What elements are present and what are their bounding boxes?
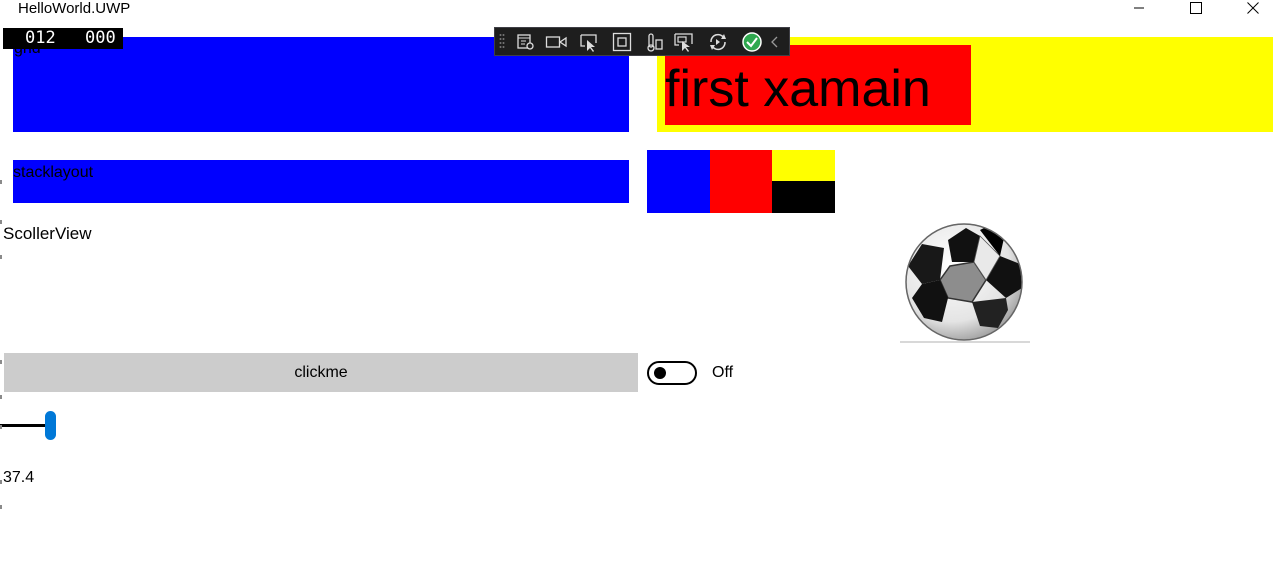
frame-counter-value-right: 000 xyxy=(85,28,116,48)
minimize-icon xyxy=(1134,7,1144,9)
left-edge-marks xyxy=(0,180,2,509)
window-title: HelloWorld.UWP xyxy=(18,0,131,17)
collapse-chevron-icon[interactable] xyxy=(767,32,783,52)
toggle-knob xyxy=(654,367,666,379)
red-square xyxy=(710,150,772,213)
title-bar: HelloWorld.UWP xyxy=(0,0,1284,30)
live-visual-tree-icon[interactable] xyxy=(515,32,537,52)
slider-value-label: 37.4 xyxy=(3,469,35,486)
scrollerview-label: ScollerView xyxy=(3,224,92,243)
first-xamain-label: first xamain xyxy=(665,60,931,118)
maximize-button[interactable] xyxy=(1173,0,1219,16)
toggle-switch[interactable] xyxy=(647,361,697,385)
maximize-icon xyxy=(1190,2,1202,14)
clickme-button[interactable]: clickme xyxy=(4,353,638,392)
yellow-rectangle xyxy=(772,150,835,181)
slider-thumb[interactable] xyxy=(45,411,56,440)
stacklayout-blue-box xyxy=(13,160,629,203)
slider-track[interactable] xyxy=(0,424,48,427)
record-icon[interactable] xyxy=(545,32,567,52)
preview-selection-icon[interactable] xyxy=(673,32,695,52)
frame-counter-value-left: 012 xyxy=(25,28,56,48)
close-icon xyxy=(1247,2,1259,14)
blue-square xyxy=(647,150,710,213)
xaml-debug-toolbar xyxy=(494,27,790,56)
frame-rate-counter: 012 000 xyxy=(3,28,123,49)
hot-reload-icon[interactable] xyxy=(707,32,729,52)
status-ok-icon[interactable] xyxy=(741,32,763,52)
display-layout-adorners-icon[interactable] xyxy=(611,32,633,52)
stacklayout-label: stacklayout xyxy=(13,164,94,181)
track-focus-icon[interactable] xyxy=(643,32,665,52)
close-button[interactable] xyxy=(1230,0,1276,16)
toggle-state-label: Off xyxy=(712,364,734,381)
grip-icon[interactable] xyxy=(499,33,505,51)
soccer-ball-image xyxy=(900,223,1030,343)
select-element-icon[interactable] xyxy=(579,32,601,52)
black-rectangle xyxy=(772,181,835,213)
minimize-button[interactable] xyxy=(1116,0,1162,16)
